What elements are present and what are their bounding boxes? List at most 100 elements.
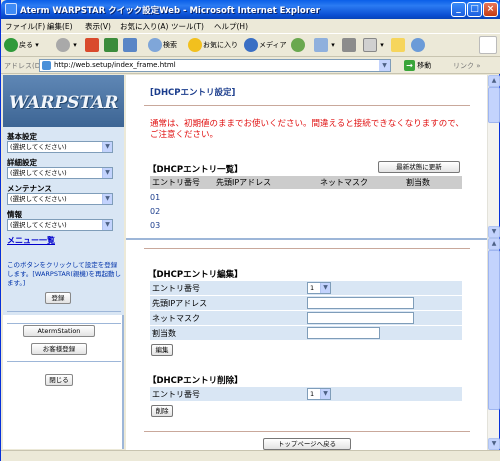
ie-icon [5, 3, 17, 15]
minimize-button[interactable]: _ [451, 2, 466, 17]
scroll-thumb[interactable] [488, 87, 500, 123]
field-netmask: ネットマスク [150, 311, 462, 325]
main-frame-top: [DHCPエントリ設定] 通常は、初期値のままでお使いください。間違えると接続で… [126, 75, 487, 238]
top-scrollbar[interactable]: ▲ ▼ [487, 75, 500, 238]
aterm-station-button[interactable]: AtermStation [23, 325, 95, 337]
chevron-down-icon: ▼ [320, 283, 330, 293]
chevron-down-icon: ▼ [102, 168, 112, 178]
divider [144, 248, 470, 249]
menu-favorites[interactable]: お気に入り(A) [120, 21, 168, 32]
menu-view[interactable]: 表示(V) [85, 21, 111, 32]
title-bar: Aterm WARPSTAR クイック設定Web - Microsoft Int… [1, 0, 500, 19]
table-row: 02 [150, 207, 161, 216]
divider [144, 431, 470, 432]
left-frame: WARPSTAR 基本設定 (選択してください) ▼ 詳細設定 (選択してください… [3, 75, 124, 449]
home-icon [123, 38, 137, 52]
field-count: 割当数 [150, 326, 462, 340]
list-section-title: 【DHCPエントリ一覧】 [148, 165, 243, 175]
col-netmask: ネットマスク [320, 178, 368, 187]
go-button[interactable]: → 移動 [404, 60, 431, 71]
delete-entry-select[interactable]: 1 ▼ [307, 388, 331, 400]
page-title: [DHCPエントリ設定] [150, 88, 236, 98]
scroll-down-icon[interactable]: ▼ [488, 226, 500, 238]
scroll-up-icon[interactable]: ▲ [488, 238, 500, 250]
forward-button[interactable]: ▾ [56, 38, 77, 54]
divider [7, 311, 121, 312]
home-button[interactable] [123, 38, 138, 54]
folder-icon [391, 38, 405, 52]
menu-edit[interactable]: 編集(E) [47, 21, 73, 32]
messenger-icon [411, 38, 425, 52]
nav-select-info[interactable]: (選択してください) ▼ [7, 219, 113, 231]
chevron-down-icon: ▼ [102, 194, 112, 204]
page-icon [42, 61, 51, 70]
field-start-ip: 先頭IPアドレス [150, 296, 462, 310]
edit-page-button[interactable]: ▾ [363, 38, 384, 54]
delete-button[interactable]: 削除 [151, 405, 173, 417]
warpstar-logo: WARPSTAR [3, 75, 124, 127]
messenger-button[interactable] [411, 38, 426, 54]
menu-tools[interactable]: ツール(T) [171, 21, 204, 32]
favorites-button[interactable]: お気に入り [188, 38, 238, 54]
netmask-input[interactable] [307, 312, 414, 324]
close-page-button[interactable]: 閉じる [45, 374, 73, 386]
scroll-thumb[interactable] [488, 250, 500, 410]
register-button[interactable]: 登録 [45, 292, 71, 304]
refresh-button[interactable] [104, 38, 119, 54]
chevron-down-icon: ▼ [102, 142, 112, 152]
status-bar [1, 450, 500, 461]
main-frame-bottom: 【DHCPエントリ編集】 エントリ番号 1 ▼ 先頭IPアドレス ネットマスク 割… [126, 238, 487, 450]
address-bar: アドレス(D) http://web.setup/index_frame.htm… [1, 57, 500, 74]
windows-logo-icon [479, 36, 498, 54]
mail-icon [314, 38, 328, 52]
edit-button[interactable]: 編集 [151, 344, 173, 356]
count-input[interactable] [307, 327, 380, 339]
nav-select-advanced[interactable]: (選択してください) ▼ [7, 167, 113, 179]
discuss-button[interactable] [391, 38, 406, 54]
nav-select-maintenance[interactable]: (選択してください) ▼ [7, 193, 113, 205]
scroll-down-icon[interactable]: ▼ [488, 438, 500, 450]
address-input[interactable]: http://web.setup/index_frame.html ▼ [39, 59, 391, 72]
menu-help[interactable]: ヘルプ(H) [214, 21, 248, 32]
close-button[interactable]: × [483, 2, 498, 17]
bottom-scrollbar[interactable]: ▲ ▼ [487, 238, 500, 450]
col-count: 割当数 [406, 178, 430, 187]
refresh-list-button[interactable]: 最新状態に更新 [378, 161, 460, 173]
search-icon [148, 38, 162, 52]
chevron-down-icon: ▼ [320, 389, 330, 399]
table-row: 03 [150, 221, 161, 230]
field-entry-number: エントリ番号 1 ▼ [150, 281, 462, 295]
entry-table-header: エントリ番号 先頭IPアドレス ネットマスク 割当数 [150, 176, 462, 189]
register-note: このボタンをクリックして設定を登録します。[WARPSTAR(親機)を再起動しま… [7, 261, 121, 287]
window-title: Aterm WARPSTAR クイック設定Web - Microsoft Int… [20, 6, 320, 16]
divider [144, 105, 470, 106]
maximize-button[interactable]: □ [467, 2, 482, 17]
back-button[interactable]: 戻る ▾ [4, 38, 39, 54]
chevron-down-icon: ▼ [102, 220, 112, 230]
stop-button[interactable] [85, 38, 100, 54]
entry-number-select[interactable]: 1 ▼ [307, 282, 331, 294]
table-row: 01 [150, 193, 161, 202]
links-button[interactable]: リンク » [453, 61, 481, 71]
menu-list-link[interactable]: メニュー一覧 [7, 235, 55, 246]
printer-icon [342, 38, 356, 52]
print-button[interactable] [342, 38, 357, 54]
address-dropdown-icon[interactable]: ▼ [379, 60, 390, 71]
edit-section-title: 【DHCPエントリ編集】 [148, 270, 243, 280]
col-entry-number: エントリ番号 [152, 178, 200, 187]
scroll-up-icon[interactable]: ▲ [488, 75, 500, 87]
address-label: アドレス(D) [4, 62, 43, 70]
search-button[interactable]: 検索 [148, 38, 177, 54]
mail-button[interactable]: ▾ [314, 38, 335, 54]
top-page-button[interactable]: トップページへ戻る [263, 438, 351, 450]
start-ip-input[interactable] [307, 297, 414, 309]
menu-file[interactable]: ファイル(F) [5, 21, 45, 32]
media-button[interactable]: メディア [244, 38, 287, 54]
col-start-ip: 先頭IPアドレス [216, 178, 272, 187]
nav-select-basic[interactable]: (選択してください) ▼ [7, 141, 113, 153]
customer-register-button[interactable]: お客様登録 [31, 343, 87, 355]
divider [7, 361, 121, 362]
refresh-icon [104, 38, 118, 52]
document-icon [363, 38, 377, 52]
history-button[interactable] [291, 38, 306, 54]
